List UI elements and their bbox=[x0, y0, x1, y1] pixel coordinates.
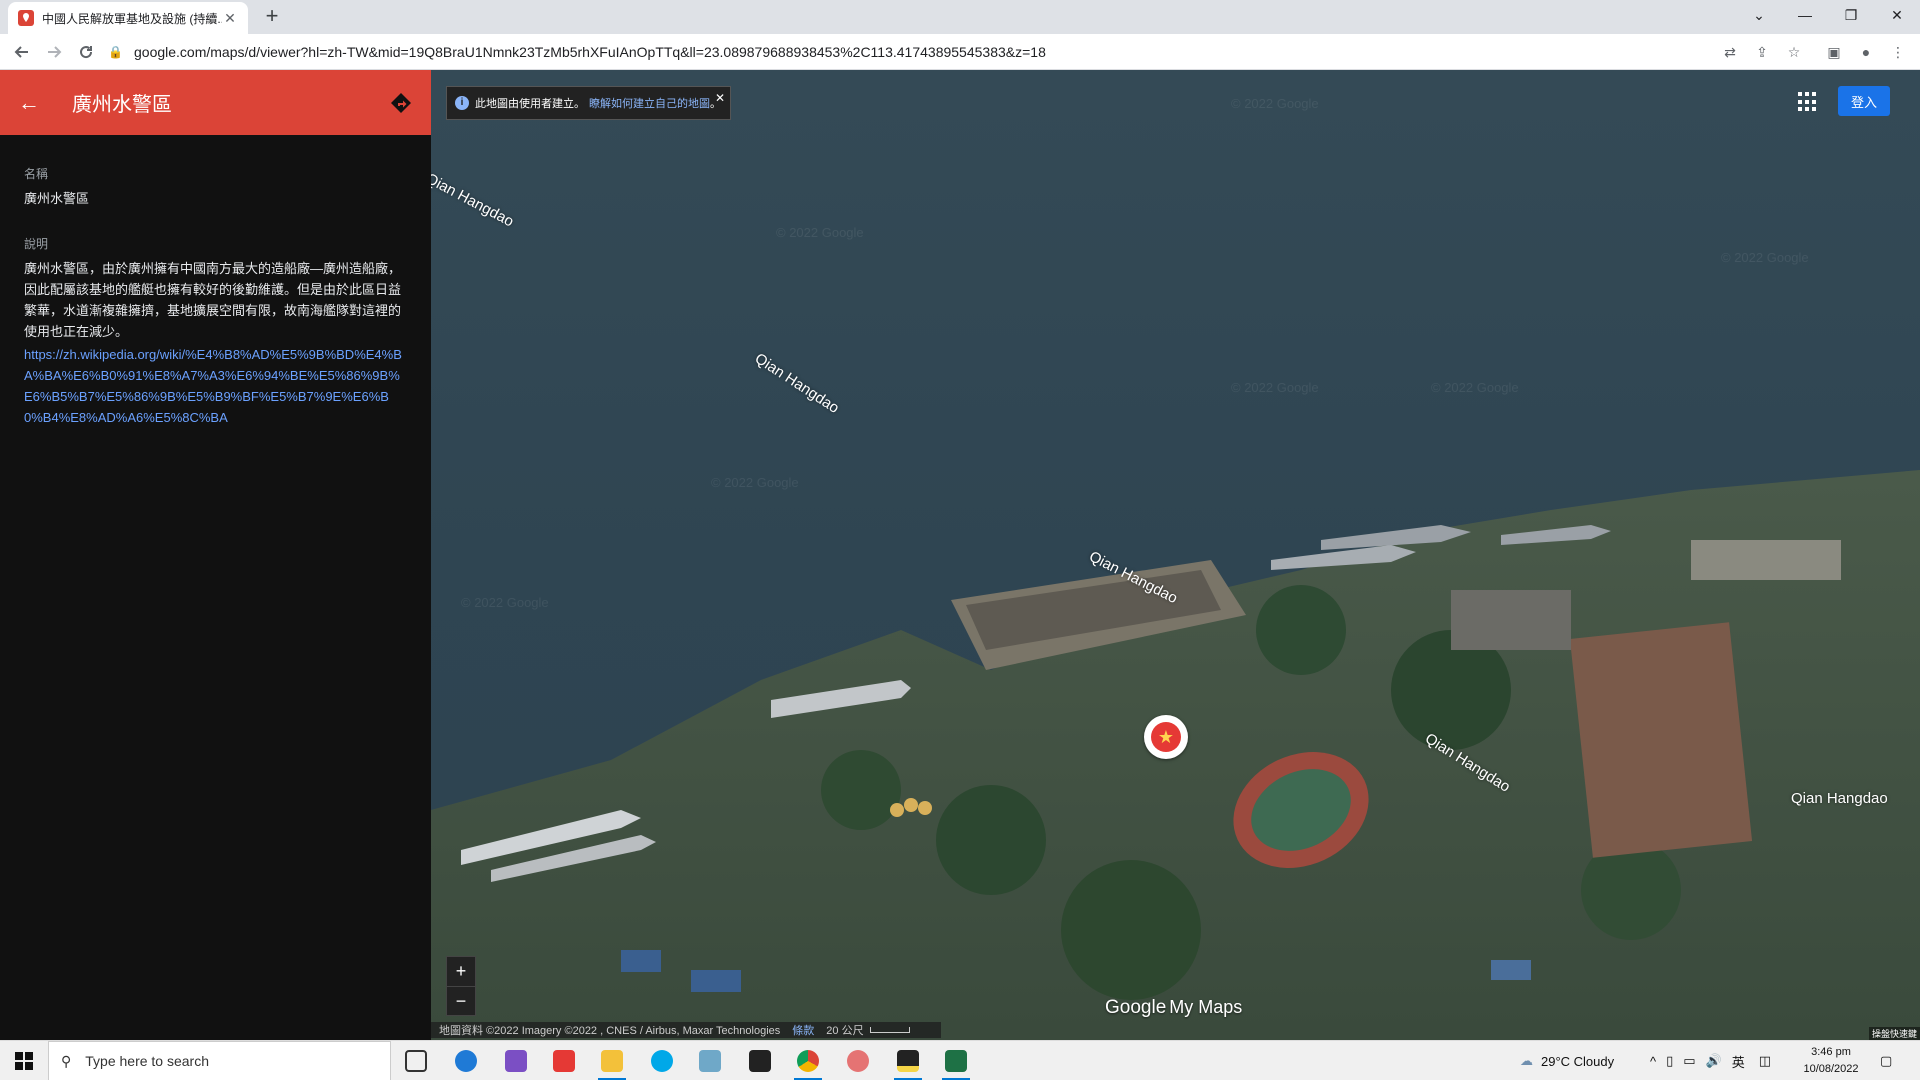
notice-text: 此地圖由使用者建立。 bbox=[475, 98, 585, 110]
taskbar-search-box[interactable]: ⚲ Type here to search bbox=[48, 1041, 391, 1080]
task-view-icon[interactable] bbox=[400, 1046, 432, 1076]
google-logo-text: Google bbox=[1105, 997, 1167, 1018]
system-tray: ^ ▯ ▭ 🔊 英 ◫ bbox=[1650, 1041, 1771, 1080]
road-label: Qian Hangdao bbox=[1791, 790, 1888, 807]
back-icon[interactable] bbox=[10, 40, 34, 64]
learn-create-map-link[interactable]: 瞭解如何建立自己的地圖 bbox=[589, 95, 710, 111]
red-star-icon: ★ bbox=[1151, 722, 1181, 752]
mymaps-favicon-icon bbox=[18, 10, 34, 26]
scale-label[interactable]: 20 公尺 bbox=[826, 1022, 863, 1038]
snipping-tool-icon[interactable] bbox=[842, 1046, 874, 1076]
tray-chevron-icon[interactable]: ^ bbox=[1650, 1054, 1656, 1069]
terminal-icon[interactable] bbox=[744, 1046, 776, 1076]
google-apps-grid-icon[interactable] bbox=[1798, 92, 1818, 112]
clock-date: 10/08/2022 bbox=[1803, 1063, 1859, 1075]
windows-taskbar: ⚲ Type here to search ☁ 29°C Cloudy ^ ▯ … bbox=[0, 1040, 1920, 1080]
restore-button[interactable]: ❐ bbox=[1828, 0, 1874, 30]
usb-icon[interactable]: ▯ bbox=[1666, 1053, 1673, 1069]
panel-title: 廣州水警區 bbox=[72, 94, 172, 116]
map-watermark: © 2022 Google bbox=[1431, 380, 1519, 395]
user-created-map-notice: i 此地圖由使用者建立。 瞭解如何建立自己的地圖 。 ✕ bbox=[446, 86, 731, 120]
panel-header: ← 廣州水警區 bbox=[0, 70, 431, 135]
volume-icon[interactable]: 🔊 bbox=[1706, 1053, 1722, 1069]
description-text: 廣州水警區，由於廣州擁有中國南方最大的造船廠—廣州造船廠，因此配屬該基地的艦艇也… bbox=[24, 261, 402, 339]
map-watermark: © 2022 Google bbox=[776, 225, 864, 240]
excel-icon[interactable] bbox=[940, 1046, 972, 1080]
tab-close-icon[interactable]: ✕ bbox=[222, 10, 238, 27]
back-arrow-icon[interactable]: ← bbox=[18, 90, 52, 116]
map-watermark: © 2022 Google bbox=[461, 595, 549, 610]
scale-bar bbox=[869, 1027, 910, 1033]
info-icon: i bbox=[455, 96, 469, 110]
new-tab-button[interactable]: + bbox=[260, 5, 284, 29]
cloud-icon: ☁ bbox=[1520, 1053, 1533, 1068]
chrome-icon[interactable] bbox=[792, 1046, 824, 1080]
map-watermark: © 2022 Google bbox=[1231, 96, 1319, 111]
network-icon[interactable]: ▭ bbox=[1683, 1053, 1695, 1069]
zoom-in-button[interactable]: + bbox=[447, 957, 475, 986]
search-icon: ⚲ bbox=[61, 1052, 72, 1069]
ime-indicator[interactable]: 英 bbox=[1732, 1052, 1745, 1071]
forward-icon[interactable] bbox=[42, 40, 66, 64]
map-attribution: 地圖資料 ©2022 Imagery ©2022 , CNES / Airbus… bbox=[431, 1022, 941, 1038]
directions-icon[interactable] bbox=[389, 91, 413, 115]
name-label: 名稱 bbox=[24, 167, 49, 181]
name-value: 廣州水警區 bbox=[24, 191, 90, 206]
mymaps-logo-text: My Maps bbox=[1169, 997, 1243, 1017]
keyboard-shortcuts-link[interactable]: 操盤快速鍵 bbox=[1868, 1027, 1920, 1040]
weather-text: 29°C Cloudy bbox=[1541, 1053, 1615, 1069]
map-watermark: © 2022 Google bbox=[1231, 380, 1319, 395]
lock-icon: 🔒 bbox=[108, 45, 123, 59]
satellite-imagery bbox=[431, 470, 1920, 1040]
zoom-out-button[interactable]: − bbox=[447, 986, 475, 1015]
google-mymaps-logo: Google My Maps bbox=[1105, 997, 1242, 1019]
address-bar[interactable]: 🔒 google.com/maps/d/viewer?hl=zh-TW&mid=… bbox=[108, 38, 1788, 66]
bookmark-star-icon[interactable]: ☆ bbox=[1784, 42, 1804, 62]
map-watermark: © 2022 Google bbox=[1721, 250, 1809, 265]
description-label: 說明 bbox=[24, 237, 49, 251]
notice-close-icon[interactable]: ✕ bbox=[715, 91, 725, 105]
attribution-text: 地圖資料 ©2022 Imagery ©2022 , CNES / Airbus… bbox=[439, 1025, 781, 1037]
reload-icon[interactable] bbox=[74, 40, 98, 64]
weather-widget[interactable]: ☁ 29°C Cloudy bbox=[1520, 1041, 1614, 1080]
windows-start-icon[interactable] bbox=[0, 1041, 48, 1080]
browser-tab[interactable]: 中國人民解放軍基地及設施 (持續... ✕ bbox=[8, 2, 248, 34]
tab-search-chevron-icon[interactable]: ⌄ bbox=[1736, 0, 1782, 30]
sidepanel-icon[interactable]: ▣ bbox=[1824, 42, 1844, 62]
anydesk-icon[interactable] bbox=[548, 1046, 580, 1076]
edge-icon[interactable] bbox=[450, 1046, 482, 1076]
translate-icon[interactable]: ⇄ bbox=[1720, 42, 1740, 62]
map-watermark: © 2022 Google bbox=[711, 475, 799, 490]
app-icon[interactable] bbox=[694, 1046, 726, 1076]
notification-center-icon[interactable]: ▢ bbox=[1880, 1041, 1892, 1080]
minimize-button[interactable]: — bbox=[1782, 0, 1828, 30]
zoom-control: + − bbox=[446, 956, 476, 1016]
sign-in-button[interactable]: 登入 bbox=[1838, 86, 1890, 116]
wikipedia-link[interactable]: https://zh.wikipedia.org/wiki/%E4%B8%AD%… bbox=[24, 344, 407, 428]
file-explorer-icon[interactable] bbox=[596, 1046, 628, 1080]
taskbar-clock[interactable]: 3:46 pm 10/08/2022 bbox=[1800, 1044, 1862, 1078]
terms-link[interactable]: 條款 bbox=[792, 1022, 814, 1038]
url-text: google.com/maps/d/viewer?hl=zh-TW&mid=19… bbox=[134, 44, 1046, 60]
star-placemark-icon[interactable]: ★ bbox=[1144, 715, 1188, 759]
tab-title: 中國人民解放軍基地及設施 (持續... bbox=[42, 11, 222, 26]
visual-studio-icon[interactable] bbox=[500, 1046, 532, 1076]
close-window-button[interactable]: ✕ bbox=[1874, 0, 1920, 30]
map-canvas[interactable]: © 2022 Google © 2022 Google © 2022 Googl… bbox=[431, 70, 1920, 1040]
share-icon[interactable]: ⇪ bbox=[1752, 42, 1772, 62]
sticky-notes-icon[interactable] bbox=[892, 1046, 924, 1080]
feature-details-panel: ← 廣州水警區 名稱 廣州水警區 說明 廣州水警區，由於廣州擁有中國南方最大的造… bbox=[0, 70, 431, 1040]
menu-kebab-icon[interactable]: ⋮ bbox=[1888, 42, 1908, 62]
ime-mode-icon[interactable]: ◫ bbox=[1759, 1053, 1771, 1069]
clock-time: 3:46 pm bbox=[1811, 1046, 1851, 1058]
search-placeholder: Type here to search bbox=[85, 1053, 210, 1069]
browser-toolbar: 🔒 google.com/maps/d/viewer?hl=zh-TW&mid=… bbox=[0, 34, 1920, 70]
browser-tab-bar: 中國人民解放軍基地及設施 (持續... ✕ + ⌄ — ❐ ✕ bbox=[0, 0, 1920, 34]
profile-avatar-icon[interactable]: ● bbox=[1856, 42, 1876, 62]
skype-icon[interactable] bbox=[646, 1046, 678, 1076]
